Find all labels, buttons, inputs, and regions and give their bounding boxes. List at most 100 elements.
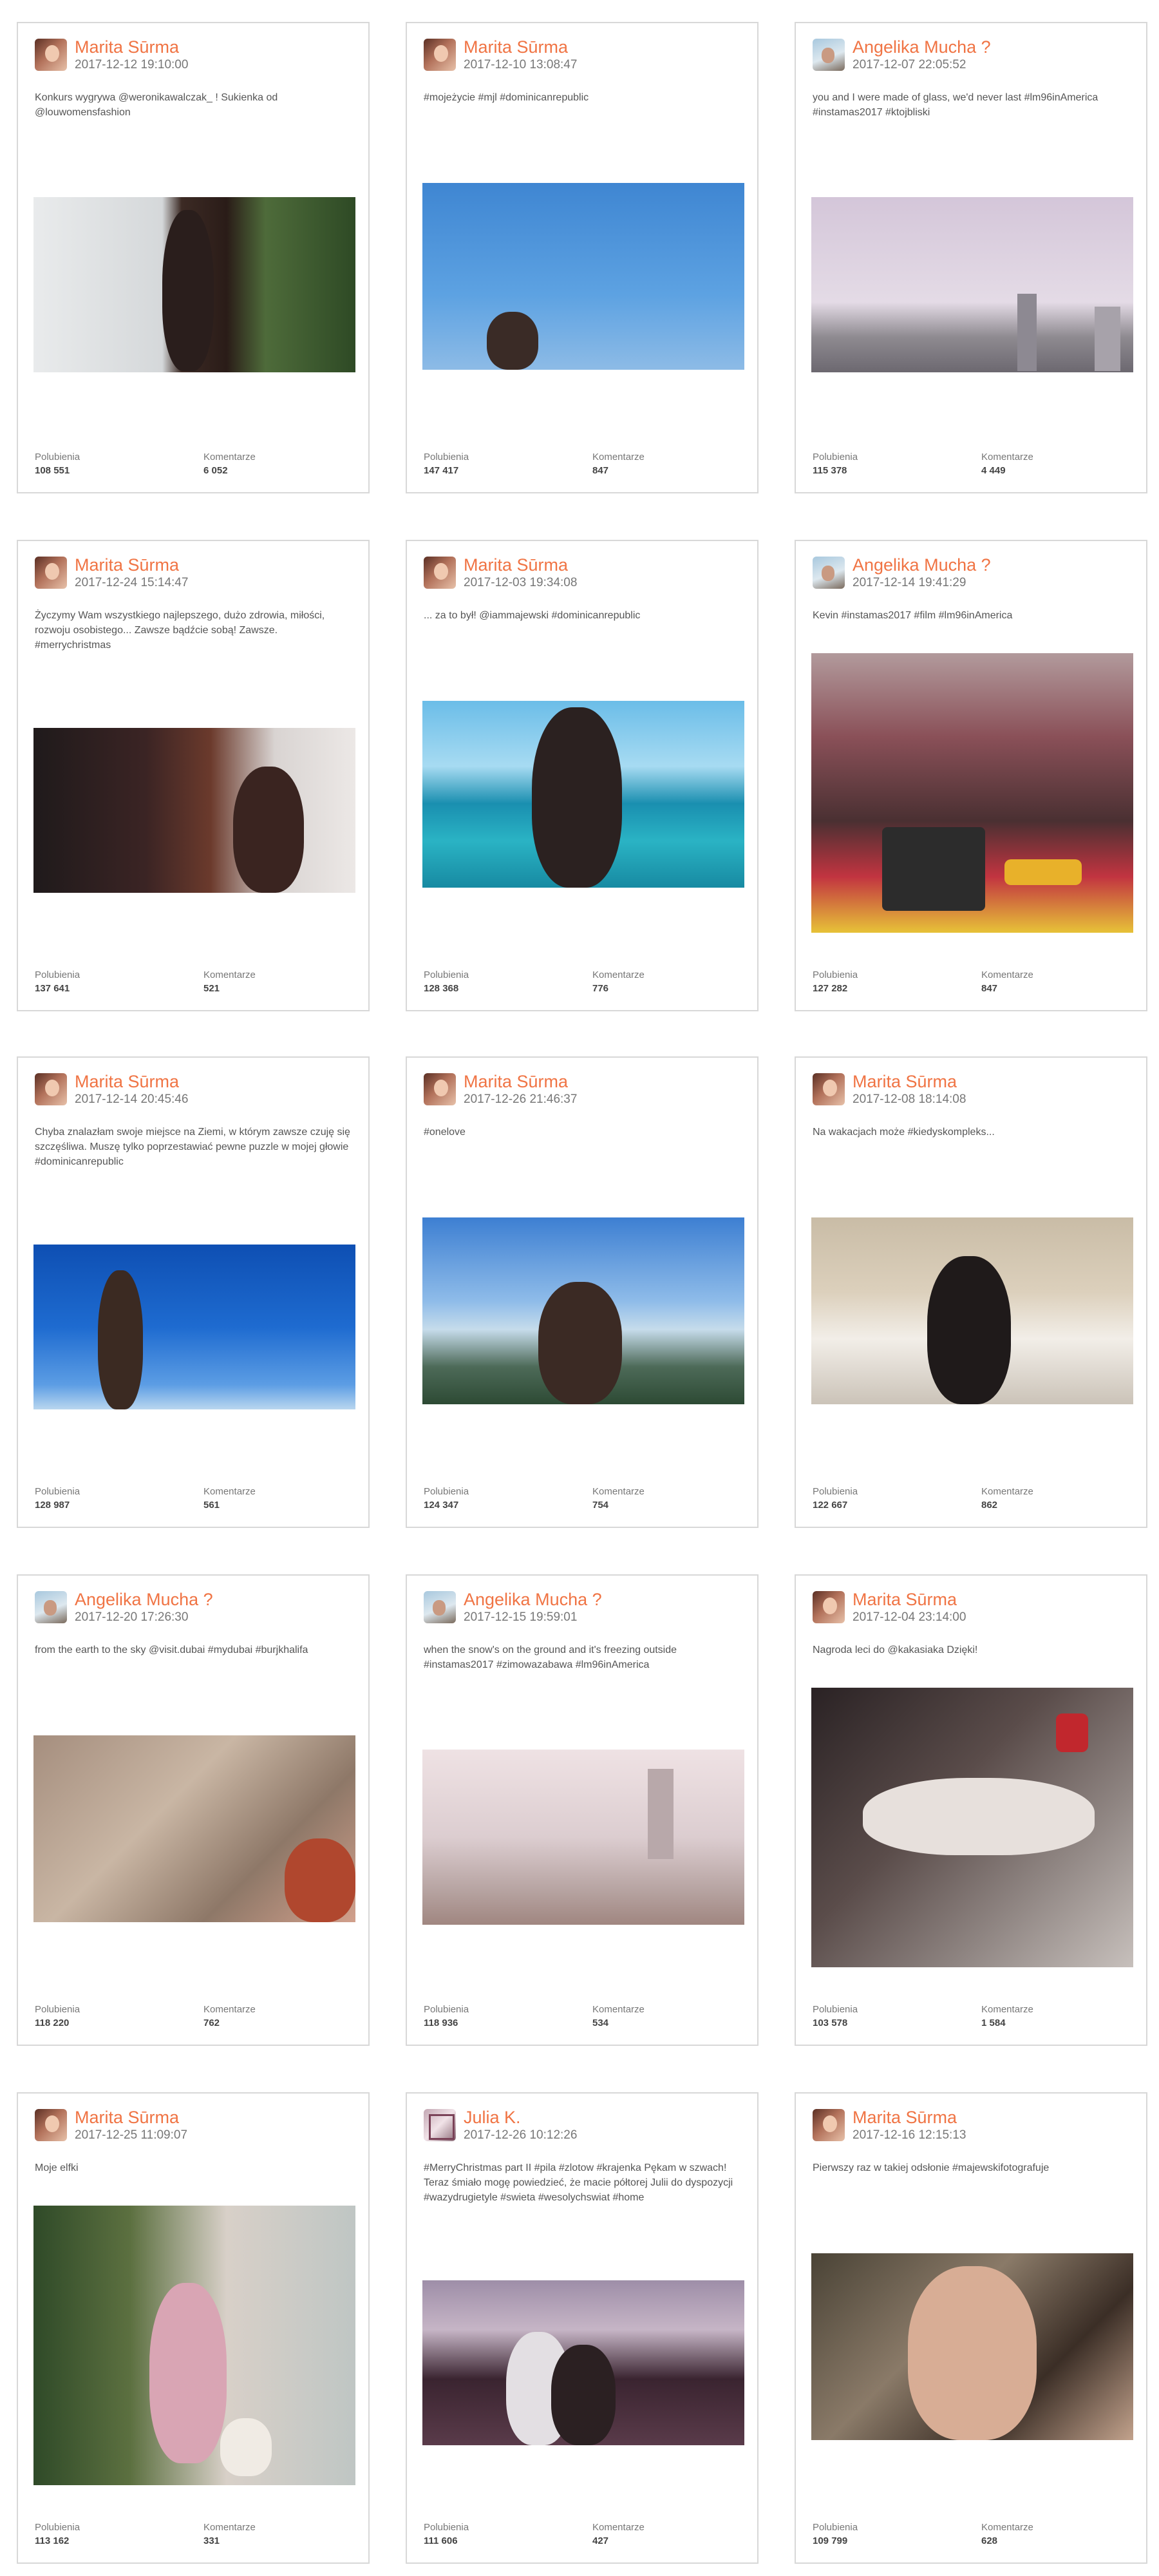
post-card[interactable]: Angelika Mucha ? 2017-12-20 17:26:30 fro… bbox=[17, 1574, 370, 2046]
post-card[interactable]: Angelika Mucha ? 2017-12-07 22:05:52 you… bbox=[795, 22, 1147, 493]
likes-stat: Polubienia 118 220 bbox=[35, 2003, 80, 2030]
post-card[interactable]: Marita Sūrma 2017-12-04 23:14:00 Nagroda… bbox=[795, 1574, 1147, 2046]
post-caption: from the earth to the sky @visit.dubai #… bbox=[35, 1645, 308, 1655]
post-card[interactable]: Marita Sūrma 2017-12-10 13:08:47 #mojeży… bbox=[406, 22, 759, 493]
avatar[interactable] bbox=[424, 2109, 456, 2141]
comments-stat: Komentarze 628 bbox=[981, 2521, 1033, 2548]
comments-stat: Komentarze 6 052 bbox=[203, 451, 256, 478]
post-header: Angelika Mucha ? 2017-12-07 22:05:52 bbox=[813, 37, 1133, 75]
post-header: Marita Sūrma 2017-12-03 19:34:08 bbox=[424, 555, 744, 593]
post-card[interactable]: Marita Sūrma 2017-12-26 21:46:37 #onelov… bbox=[406, 1056, 759, 1528]
avatar[interactable] bbox=[35, 1073, 67, 1105]
post-date: 2017-12-03 19:34:08 bbox=[464, 576, 578, 589]
avatar[interactable] bbox=[813, 39, 845, 71]
post-date: 2017-12-10 13:08:47 bbox=[464, 58, 578, 72]
comments-count: 6 052 bbox=[203, 465, 228, 476]
avatar[interactable] bbox=[424, 1591, 456, 1623]
post-caption: #mojeżycie #mjl #dominicanrepublic bbox=[424, 92, 589, 103]
avatar[interactable] bbox=[35, 1591, 67, 1623]
post-card[interactable]: Marita Sūrma 2017-12-16 12:15:13 Pierwsz… bbox=[795, 2092, 1147, 2564]
post-card[interactable]: Marita Sūrma 2017-12-03 19:34:08 ... za … bbox=[406, 540, 759, 1011]
post-image[interactable] bbox=[33, 1735, 355, 1922]
author-name[interactable]: Angelika Mucha ? bbox=[853, 555, 991, 575]
author-name[interactable]: Marita Sūrma bbox=[853, 2108, 957, 2128]
avatar[interactable] bbox=[424, 557, 456, 589]
post-card[interactable]: Angelika Mucha ? 2017-12-15 19:59:01 whe… bbox=[406, 1574, 759, 2046]
author-name[interactable]: Marita Sūrma bbox=[853, 1590, 957, 1610]
author-name[interactable]: Marita Sūrma bbox=[464, 1072, 568, 1092]
comments-label: Komentarze bbox=[981, 452, 1033, 463]
avatar[interactable] bbox=[813, 1073, 845, 1105]
post-image[interactable] bbox=[811, 653, 1133, 933]
post-image[interactable] bbox=[811, 2253, 1133, 2440]
post-card[interactable]: Marita Sūrma 2017-12-25 11:09:07 Moje el… bbox=[17, 2092, 370, 2564]
comments-stat: Komentarze 776 bbox=[592, 969, 645, 996]
likes-label: Polubienia bbox=[35, 1486, 80, 1497]
post-date: 2017-12-20 17:26:30 bbox=[75, 1610, 189, 1624]
post-image[interactable] bbox=[422, 701, 744, 888]
author-name[interactable]: Marita Sūrma bbox=[464, 37, 568, 57]
author-name[interactable]: Marita Sūrma bbox=[464, 555, 568, 575]
likes-stat: Polubienia 147 417 bbox=[424, 451, 469, 478]
post-caption: #MerryChristmas part II #pila #zlotow #k… bbox=[424, 2162, 733, 2203]
avatar[interactable] bbox=[813, 2109, 845, 2141]
post-image[interactable] bbox=[33, 2206, 355, 2485]
comments-count: 1 584 bbox=[981, 2018, 1006, 2028]
author-name[interactable]: Angelika Mucha ? bbox=[464, 1590, 602, 1610]
post-card[interactable]: Marita Sūrma 2017-12-08 18:14:08 Na waka… bbox=[795, 1056, 1147, 1528]
author-name[interactable]: Angelika Mucha ? bbox=[853, 37, 991, 57]
post-image[interactable] bbox=[422, 2280, 744, 2445]
comments-label: Komentarze bbox=[981, 2004, 1033, 2015]
comments-label: Komentarze bbox=[203, 1486, 256, 1497]
likes-label: Polubienia bbox=[35, 2004, 80, 2015]
post-image[interactable] bbox=[422, 1750, 744, 1925]
post-card[interactable]: Marita Sūrma 2017-12-24 15:14:47 Życzymy… bbox=[17, 540, 370, 1011]
avatar[interactable] bbox=[813, 557, 845, 589]
post-header: Marita Sūrma 2017-12-10 13:08:47 bbox=[424, 37, 744, 75]
author-name[interactable]: Marita Sūrma bbox=[75, 1072, 179, 1092]
likes-stat: Polubienia 115 378 bbox=[813, 451, 858, 478]
post-image[interactable] bbox=[811, 1688, 1133, 1967]
avatar[interactable] bbox=[35, 2109, 67, 2141]
comments-count: 628 bbox=[981, 2535, 998, 2546]
post-card[interactable]: Marita Sūrma 2017-12-12 19:10:00 Konkurs… bbox=[17, 22, 370, 493]
post-image[interactable] bbox=[33, 1245, 355, 1409]
likes-label: Polubienia bbox=[813, 2522, 858, 2533]
post-image[interactable] bbox=[811, 1217, 1133, 1404]
post-card[interactable]: Angelika Mucha ? 2017-12-14 19:41:29 Kev… bbox=[795, 540, 1147, 1011]
post-date: 2017-12-14 20:45:46 bbox=[75, 1092, 189, 1106]
author-name[interactable]: Marita Sūrma bbox=[75, 37, 179, 57]
avatar[interactable] bbox=[35, 39, 67, 71]
avatar[interactable] bbox=[35, 557, 67, 589]
post-header: Marita Sūrma 2017-12-24 15:14:47 bbox=[35, 555, 355, 593]
avatar[interactable] bbox=[424, 39, 456, 71]
posts-grid: Marita Sūrma 2017-12-12 19:10:00 Konkurs… bbox=[0, 0, 1159, 2576]
avatar[interactable] bbox=[424, 1073, 456, 1105]
comments-stat: Komentarze 847 bbox=[981, 969, 1033, 996]
comments-count: 862 bbox=[981, 1500, 998, 1511]
likes-stat: Polubienia 124 347 bbox=[424, 1485, 469, 1512]
post-card[interactable]: Julia K. 2017-12-26 10:12:26 #MerryChris… bbox=[406, 2092, 759, 2564]
comments-stat: Komentarze 754 bbox=[592, 1485, 645, 1512]
likes-count: 118 936 bbox=[424, 2018, 458, 2028]
avatar[interactable] bbox=[813, 1591, 845, 1623]
author-name[interactable]: Marita Sūrma bbox=[853, 1072, 957, 1092]
author-name[interactable]: Angelika Mucha ? bbox=[75, 1590, 213, 1610]
author-name[interactable]: Marita Sūrma bbox=[75, 555, 179, 575]
post-image[interactable] bbox=[33, 197, 355, 372]
post-image[interactable] bbox=[33, 728, 355, 893]
comments-stat: Komentarze 561 bbox=[203, 1485, 256, 1512]
comments-label: Komentarze bbox=[592, 2004, 645, 2015]
post-date: 2017-12-12 19:10:00 bbox=[75, 58, 189, 72]
likes-label: Polubienia bbox=[813, 2004, 858, 2015]
post-image[interactable] bbox=[422, 1217, 744, 1404]
post-image[interactable] bbox=[811, 197, 1133, 372]
post-header: Marita Sūrma 2017-12-26 21:46:37 bbox=[424, 1072, 744, 1109]
comments-label: Komentarze bbox=[592, 969, 645, 980]
post-card[interactable]: Marita Sūrma 2017-12-14 20:45:46 Chyba z… bbox=[17, 1056, 370, 1528]
post-image[interactable] bbox=[422, 183, 744, 370]
post-date: 2017-12-04 23:14:00 bbox=[853, 1610, 966, 1624]
likes-stat: Polubienia 108 551 bbox=[35, 451, 80, 478]
author-name[interactable]: Marita Sūrma bbox=[75, 2108, 179, 2128]
author-name[interactable]: Julia K. bbox=[464, 2108, 521, 2128]
